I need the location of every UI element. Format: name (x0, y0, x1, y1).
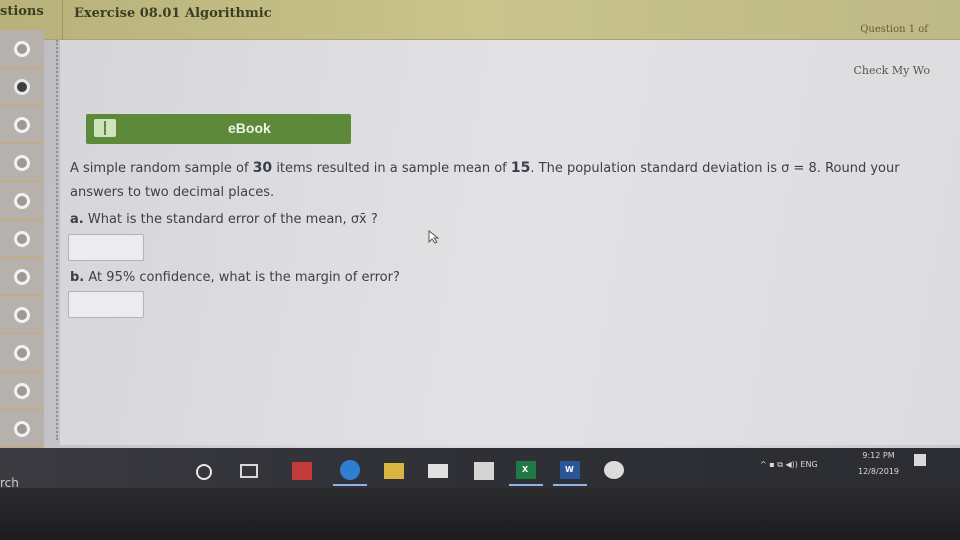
sample-mean-value: 15 (510, 160, 531, 176)
store-icon[interactable] (474, 462, 494, 480)
status-circle-icon (14, 193, 30, 209)
active-app-indicator (333, 484, 367, 486)
panel-divider (56, 40, 58, 440)
cortana-icon[interactable] (196, 464, 212, 480)
question-nav-item[interactable] (0, 30, 44, 68)
active-app-indicator (509, 484, 543, 486)
ebook-label: eBook (228, 120, 271, 136)
excel-icon[interactable]: X (516, 461, 536, 479)
status-checked-icon (14, 79, 30, 95)
rounding-instruction: answers to two decimal places. (70, 185, 275, 200)
status-circle-icon (14, 41, 30, 57)
question-nav-item[interactable] (0, 144, 44, 182)
ebook-button[interactable]: eBook (86, 114, 351, 144)
part-a-letter: a. (70, 212, 84, 227)
mouse-cursor-icon (428, 230, 440, 244)
confidence-level-value: 95% (106, 270, 136, 285)
task-view-icon[interactable] (240, 464, 258, 478)
part-a-prompt: a. What is the standard error of the mea… (70, 212, 378, 227)
gift-app-icon[interactable] (292, 462, 312, 480)
questions-label: stions (0, 4, 44, 19)
status-circle-icon (14, 307, 30, 323)
status-circle-icon (14, 383, 30, 399)
status-circle-icon (14, 231, 30, 247)
part-b-text: At (88, 270, 103, 285)
question-nav-item[interactable] (0, 258, 44, 296)
status-circle-icon (14, 421, 30, 437)
clock-date: 12/8/2019 (858, 467, 900, 476)
system-tray[interactable]: ^ ▪ ⧉ ◀)) ENG (760, 460, 818, 470)
active-app-indicator (553, 484, 587, 486)
question-nav-item[interactable] (0, 220, 44, 258)
status-circle-icon (14, 269, 30, 285)
question-text-part: items resulted in a sample mean of (276, 161, 507, 176)
notification-icon[interactable] (914, 454, 926, 466)
header-divider (62, 0, 63, 40)
answer-a-input[interactable] (68, 234, 144, 261)
question-text-part: A simple random sample of (70, 161, 249, 176)
monitor-bezel (0, 488, 960, 540)
question-counter: Question 1 of (860, 24, 928, 35)
language-indicator[interactable]: ENG (800, 460, 817, 469)
part-b-letter: b. (70, 270, 85, 285)
question-panel: Check My Wo eBook A simple random sample… (60, 40, 960, 445)
edge-browser-icon[interactable] (340, 460, 360, 480)
question-nav-item[interactable] (0, 106, 44, 144)
word-icon[interactable]: W (560, 461, 580, 479)
question-nav-item[interactable] (0, 372, 44, 410)
question-nav-item[interactable] (0, 296, 44, 334)
question-nav-item[interactable] (0, 334, 44, 372)
part-a-text: What is the standard error of the mean, (87, 212, 347, 227)
windows-taskbar: rch X W ^ ▪ ⧉ ◀)) ENG 9:12 PM 12/8/2019 (0, 448, 960, 490)
excel-letter: X (522, 465, 529, 474)
word-letter: W (565, 465, 574, 474)
check-my-work-link[interactable]: Check My Wo (854, 64, 931, 77)
answer-b-input[interactable] (68, 291, 144, 318)
file-explorer-icon[interactable] (384, 463, 404, 479)
assignment-header: stions Exercise 08.01 Algorithmic Questi… (0, 0, 960, 40)
question-text: A simple random sample of 30 items resul… (70, 156, 950, 205)
question-navigator (0, 30, 44, 450)
question-nav-item[interactable] (0, 182, 44, 220)
paint-icon[interactable] (604, 461, 624, 479)
sample-size-value: 30 (252, 160, 273, 176)
screen: stions Exercise 08.01 Algorithmic Questi… (0, 0, 960, 470)
exercise-title: Exercise 08.01 Algorithmic (74, 6, 272, 21)
question-nav-item[interactable] (0, 68, 44, 106)
part-a-symbol: σx̄ ? (350, 212, 378, 227)
system-clock[interactable]: 9:12 PM 12/8/2019 (858, 448, 899, 480)
mail-icon[interactable] (428, 464, 448, 478)
status-circle-icon (14, 345, 30, 361)
book-icon (94, 119, 116, 137)
part-b-text: confidence, what is the margin of error? (139, 270, 400, 285)
part-b-prompt: b. At 95% confidence, what is the margin… (70, 270, 400, 285)
status-circle-icon (14, 117, 30, 133)
clock-time: 9:12 PM (862, 451, 895, 460)
status-circle-icon (14, 155, 30, 171)
question-text-part: . The population standard deviation is σ… (530, 161, 900, 176)
question-nav-item[interactable] (0, 410, 44, 448)
